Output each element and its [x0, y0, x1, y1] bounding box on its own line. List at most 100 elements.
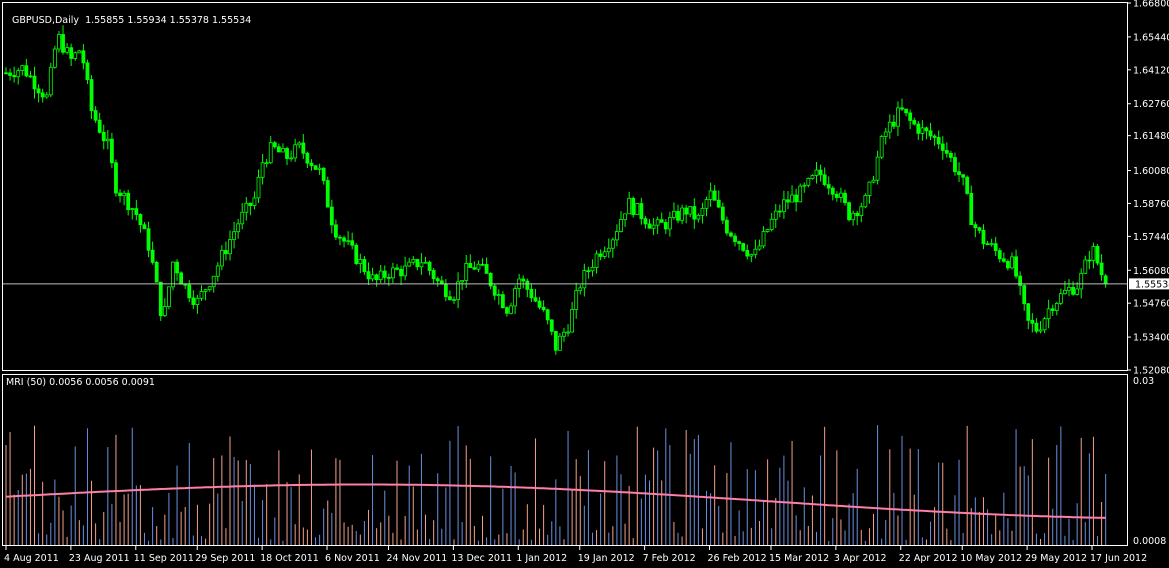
time-tick-label: 11 Sep 2011 [134, 553, 194, 564]
candle-body [806, 178, 811, 186]
candle-body [716, 199, 721, 208]
candle-body [146, 228, 151, 251]
candle-body [122, 192, 127, 197]
candle-body [830, 187, 835, 195]
indicator-info-label: MRI (50) 0.0056 0.0056 0.0091 [6, 377, 155, 388]
candle-body [452, 299, 456, 301]
candle-body [1087, 259, 1092, 262]
mri-bottom-label: 0.0008 [1133, 536, 1166, 547]
candlestick-series [4, 25, 1108, 355]
candle-body [293, 144, 298, 159]
time-tick-label: 23 Aug 2011 [69, 553, 130, 564]
candle-body [619, 219, 623, 232]
candle-body [883, 131, 888, 137]
candle-body [997, 250, 1002, 260]
candle-body [167, 286, 171, 307]
candle-body [281, 148, 285, 153]
candle-body [643, 218, 648, 225]
candle-body [590, 266, 595, 272]
candle-body [749, 253, 754, 257]
candle-body [1075, 288, 1080, 295]
candle-body [839, 192, 843, 198]
candle-body [89, 79, 94, 112]
candle-body [268, 142, 273, 164]
candle-body [61, 34, 65, 53]
candle-body [28, 75, 33, 78]
candle-body [631, 197, 636, 216]
time-tick-label: 6 Nov 2011 [325, 553, 380, 564]
candle-body [908, 112, 913, 121]
candle-body [1010, 256, 1014, 269]
candle-body [500, 294, 505, 309]
candle-body [211, 275, 216, 288]
candle-body [472, 267, 477, 270]
candle-body [818, 169, 823, 176]
candle-body [203, 289, 208, 292]
candle-body [317, 167, 322, 170]
candle-body [566, 331, 570, 334]
candle-body [993, 243, 998, 251]
candle-body [443, 283, 448, 298]
candle-body [1014, 256, 1018, 277]
candle-body [484, 264, 489, 274]
candle-body [244, 202, 249, 213]
time-tick-label: 26 Feb 2012 [708, 553, 767, 564]
candle-body [875, 156, 880, 181]
candle-body [977, 227, 982, 231]
candle-body [1006, 261, 1010, 269]
candle-body [920, 127, 925, 134]
candle-body [492, 285, 497, 296]
indicator-pane[interactable]: 0.03 0.0008 [2, 374, 1167, 547]
candle-body [175, 261, 179, 274]
price-tick-label: 1.58760 [1133, 199, 1169, 210]
candle-body [1079, 272, 1084, 290]
candle-body [215, 265, 220, 277]
time-tick-label: 10 May 2012 [960, 553, 1022, 564]
candle-body [896, 107, 900, 127]
candle-body [333, 224, 338, 238]
candle-body [957, 171, 961, 176]
candle-body [134, 208, 139, 215]
candle-body [733, 235, 737, 243]
candle-body [57, 34, 61, 50]
candle-body [350, 240, 355, 246]
candle-body [635, 203, 640, 216]
candle-body [427, 261, 432, 271]
candle-body [981, 229, 986, 245]
candle-body [696, 214, 701, 220]
price-tick-label: 1.64120 [1133, 65, 1169, 76]
candle-body [1103, 275, 1108, 285]
candle-body [1034, 322, 1039, 332]
current-price-label: 1.55534 [1135, 279, 1169, 290]
candle-body [586, 270, 591, 272]
time-axis-ticks: 4 Aug 2011 23 Aug 2011 11 Sep 2011 29 Sep 2… [4, 546, 1147, 564]
candle-body [790, 194, 794, 203]
candle-body [863, 195, 868, 208]
candle-body [256, 176, 261, 199]
candle-body [1042, 318, 1047, 331]
candle-body [529, 288, 534, 299]
candle-body [77, 50, 82, 54]
candle-body [236, 223, 241, 233]
candle-body [114, 162, 118, 194]
candle-body [415, 259, 420, 268]
candle-body [109, 138, 114, 164]
candle-body [260, 162, 265, 178]
candle-body [419, 262, 424, 268]
candle-body [374, 274, 379, 281]
candle-body [928, 130, 933, 137]
candle-body [12, 75, 17, 78]
candle-body [48, 66, 53, 96]
candle-body [651, 224, 656, 229]
time-tick-label: 18 Oct 2011 [260, 553, 319, 564]
candle-body [741, 243, 746, 251]
candle-body [354, 244, 359, 264]
candle-body [961, 174, 966, 178]
candle-body [456, 281, 460, 300]
chart-canvas[interactable]: 1.66800 1.65440 1.64120 1.62760 1.61480 1.600… [0, 0, 1169, 568]
price-pane[interactable]: 1.66800 1.65440 1.64120 1.62760 1.61480 1.600… [2, 0, 1169, 377]
candle-body [1091, 246, 1096, 261]
candle-body [745, 249, 750, 257]
time-tick-label: 17 Jun 2012 [1090, 553, 1147, 564]
candle-body [476, 263, 481, 270]
